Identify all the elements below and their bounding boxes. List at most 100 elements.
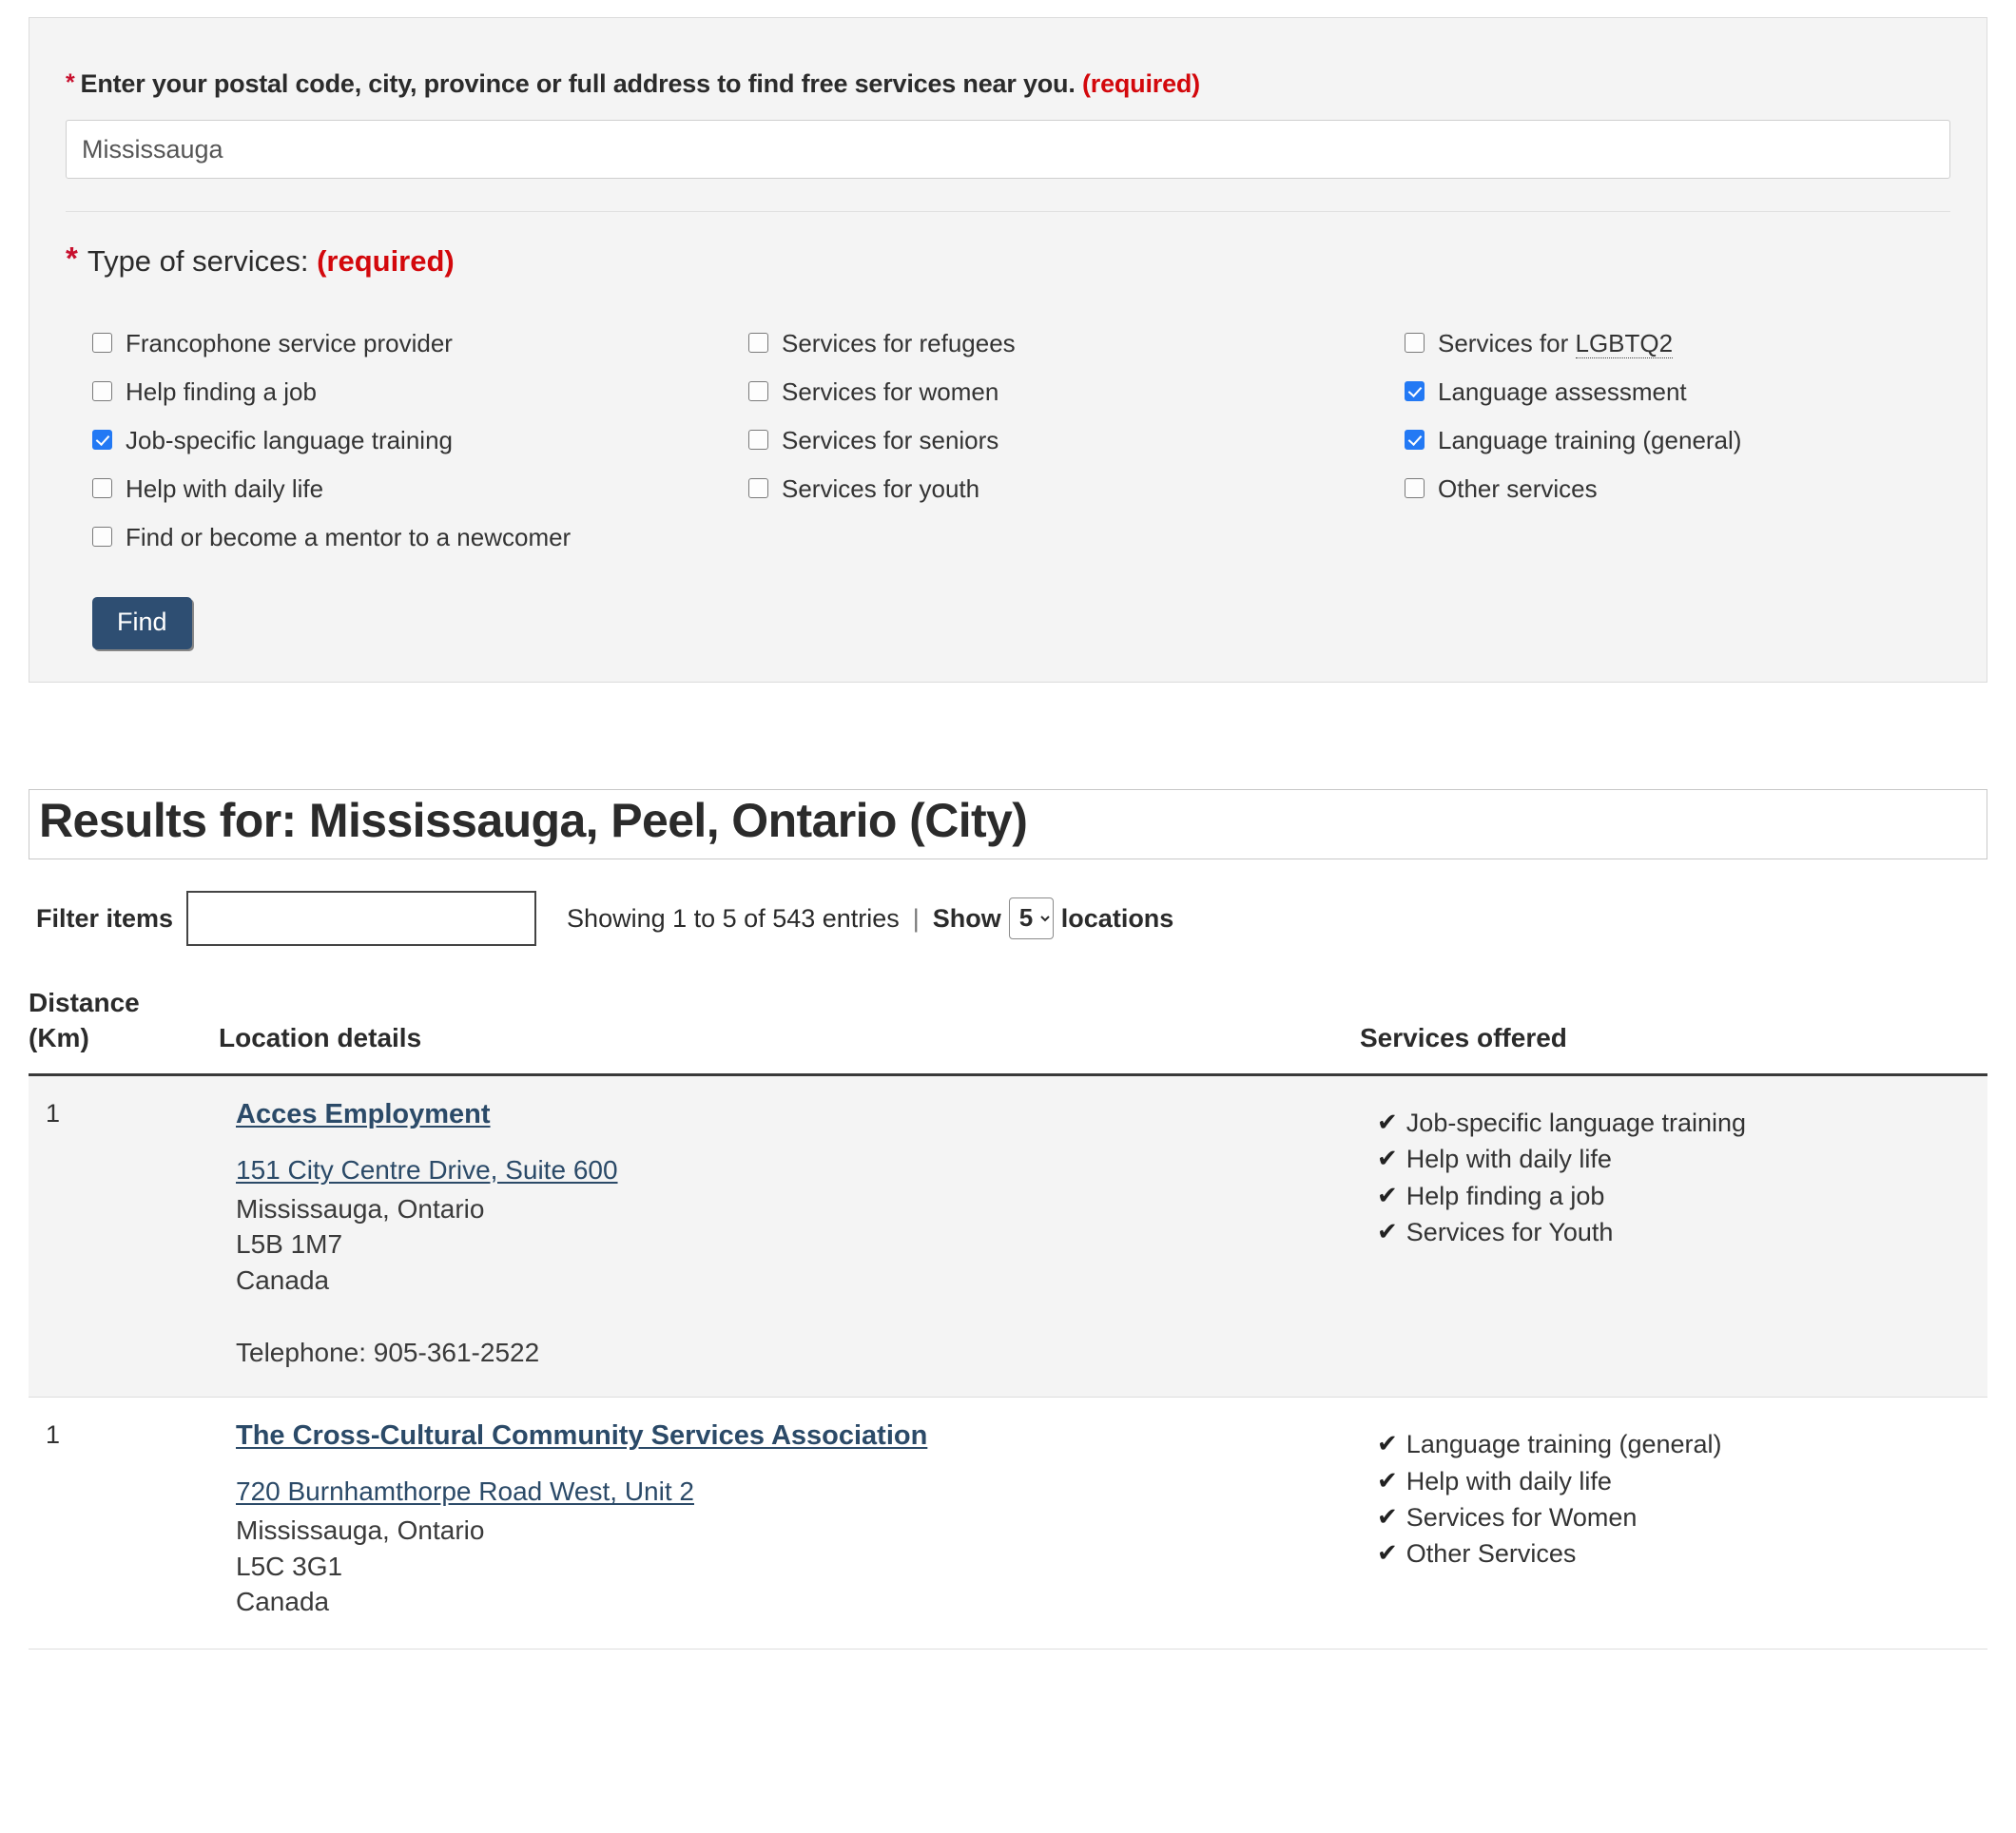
checkbox-label: Services for refugees [782,328,1016,357]
check-icon: ✔ [1377,1538,1398,1568]
cell-location-details: Acces Employment 151 City Centre Drive, … [219,1074,1360,1399]
check-icon: ✔ [1377,1465,1398,1495]
results-table: Distance (Km) Location details Services … [29,986,1987,1650]
column-header-services-offered: Services offered [1360,986,1987,1076]
locations-label: locations [1060,903,1174,933]
filter-items-input[interactable] [186,891,537,946]
checkbox-box[interactable] [1405,333,1425,353]
check-icon: ✔ [1377,1216,1398,1245]
checkbox-label: Other services [1438,473,1598,503]
checkbox-box[interactable] [92,478,112,498]
postal-code-input[interactable] [66,120,1950,179]
checkbox-box[interactable] [748,333,768,353]
services-list: ✔ Language training (general) ✔ Help with … [1377,1426,1970,1572]
checkbox-box[interactable] [1405,478,1425,498]
service-item: ✔ Other Services [1377,1535,1970,1572]
show-label: Show [932,903,1001,933]
cell-services-offered: ✔ Language training (general) ✔ Help with … [1360,1397,1987,1650]
cell-services-offered: ✔ Job-specific language training ✔ Help wi… [1360,1074,1987,1399]
address-country: Canada [236,1264,330,1295]
check-icon: ✔ [1377,1429,1398,1458]
results-table-body: 1 Acces Employment 151 City Centre Drive… [29,1074,1987,1650]
organization-link[interactable]: Acces Employment [236,1099,491,1130]
distance-header-line2: (Km) [29,1022,89,1052]
check-icon: ✔ [1377,1502,1398,1532]
address-city-province: Mississauga, Ontario [236,1515,485,1546]
checkbox-box[interactable] [92,333,112,353]
services-label-text: Type of services: [87,244,309,278]
separator-pipe: | [912,903,920,933]
checkbox-services-for-refugees[interactable]: Services for refugees [748,318,1405,367]
column-header-distance: Distance (Km) [29,986,219,1076]
service-type-checkbox-grid: Francophone service provider Help findin… [66,318,1950,561]
checkbox-services-for-youth[interactable]: Services for youth [748,464,1405,512]
checkbox-label: Language assessment [1438,376,1687,406]
checkbox-services-for-seniors[interactable]: Services for seniors [748,415,1405,464]
checkbox-label: Services for LGBTQ2 [1438,328,1674,358]
required-asterisk-postal: * [66,69,75,96]
services-list: ✔ Job-specific language training ✔ Help wi… [1377,1105,1970,1250]
page-root: * Enter your postal code, city, province … [0,17,2016,1650]
check-icon: ✔ [1377,1107,1398,1136]
service-label: Services for Youth [1405,1217,1614,1246]
address-link[interactable]: 151 City Centre Drive, Suite 600 [236,1155,1343,1186]
service-item: ✔ Language training (general) [1377,1426,1970,1462]
service-label: Help finding a job [1405,1181,1605,1210]
address-city-province: Mississauga, Ontario [236,1193,485,1224]
checkbox-label: Job-specific language training [126,425,453,454]
checkbox-box[interactable] [92,430,112,450]
service-label: Services for Women [1405,1503,1638,1533]
checkbox-label: Services for women [782,376,999,406]
address-link[interactable]: 720 Burnhamthorpe Road West, Unit 2 [236,1476,1343,1507]
checkbox-label: Francophone service provider [126,328,453,357]
checkbox-other-services[interactable]: Other services [1405,464,1950,512]
postal-code-label: * Enter your postal code, city, province … [66,69,1950,99]
checkbox-label: Help with daily life [126,473,324,503]
checkbox-language-assessment[interactable]: Language assessment [1405,367,1950,415]
service-label: Language training (general) [1405,1430,1722,1459]
checkbox-find-or-become-a-mentor[interactable]: Find or become a mentor to a newcomer [92,512,748,561]
panel-divider [66,211,1950,212]
checkbox-box[interactable] [748,430,768,450]
table-header-row: Distance (Km) Location details Services … [29,986,1987,1076]
required-text-postal: (required) [1081,69,1200,98]
checkbox-box[interactable] [748,478,768,498]
checkbox-language-training-general[interactable]: Language training (general) [1405,415,1950,464]
show-entries-select[interactable]: 5 [1008,897,1054,939]
search-panel: * Enter your postal code, city, province … [29,17,1987,683]
checkbox-box[interactable] [1405,430,1425,450]
postal-label-text: Enter your postal code, city, province o… [80,69,1076,98]
checkbox-services-for-lgbtq2[interactable]: Services for LGBTQ2 [1405,318,1950,367]
checkbox-help-with-daily-life[interactable]: Help with daily life [92,464,748,512]
telephone-line: Telephone: 905-361-2522 [236,1338,540,1368]
service-label: Help with daily life [1405,1466,1612,1495]
lgbtq2-abbreviation: LGBTQ2 [1575,328,1674,358]
checkbox-box[interactable] [92,381,112,401]
filter-items-label: Filter items [36,903,174,933]
service-item: ✔ Help with daily life [1377,1141,1970,1177]
checkbox-label: Services for seniors [782,425,999,454]
service-item: ✔ Help finding a job [1377,1178,1970,1214]
service-label: Help with daily life [1405,1145,1612,1174]
check-icon: ✔ [1377,1144,1398,1173]
distance-header-line1: Distance [29,988,140,1017]
checkbox-box[interactable] [92,527,112,547]
results-title: Results for: Mississauga, Peel, Ontario … [29,789,1987,859]
checkbox-box[interactable] [748,381,768,401]
service-label: Other Services [1405,1539,1577,1569]
checkbox-box[interactable] [1405,381,1425,401]
service-item: ✔ Services for Women [1377,1499,1970,1535]
checkbox-services-for-women[interactable]: Services for women [748,367,1405,415]
organization-link[interactable]: The Cross-Cultural Community Services As… [236,1420,927,1452]
results-table-head: Distance (Km) Location details Services … [29,986,1987,1076]
checkbox-help-finding-a-job[interactable]: Help finding a job [92,367,748,415]
find-button[interactable]: Find [92,597,192,649]
cell-distance: 1 [29,1074,219,1399]
checkbox-column-1: Francophone service provider Help findin… [92,318,748,561]
checkbox-job-specific-language-training[interactable]: Job-specific language training [92,415,748,464]
column-header-location-details: Location details [219,986,1360,1076]
checkbox-francophone-service-provider[interactable]: Francophone service provider [92,318,748,367]
checkbox-label-text: Services for [1438,328,1576,357]
table-row: 1 The Cross-Cultural Community Services … [29,1397,1987,1650]
showing-entries-text: Showing 1 to 5 of 543 entries [567,903,900,933]
